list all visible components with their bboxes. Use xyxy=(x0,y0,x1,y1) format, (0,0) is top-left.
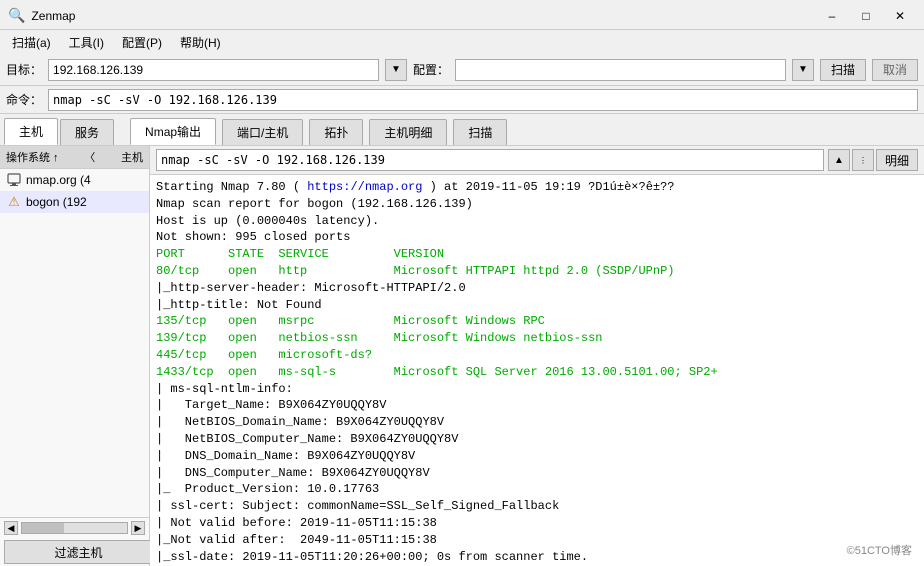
command-input[interactable] xyxy=(48,89,918,111)
output-line-5: 80/tcp open http Microsoft HTTPAPI httpd… xyxy=(156,263,918,280)
maximize-button[interactable]: □ xyxy=(850,6,882,26)
title-bar-controls: – □ ✕ xyxy=(816,6,916,26)
host-subheader-label: 主机 xyxy=(121,149,143,165)
nmap-output-command-input[interactable] xyxy=(156,149,824,171)
terminal-output[interactable]: Starting Nmap 7.80 ( https://nmap.org ) … xyxy=(150,175,924,566)
tab-service[interactable]: 服务 xyxy=(60,119,114,145)
filter-hosts-button[interactable]: 过滤主机 xyxy=(4,540,153,564)
output-line-3: Not shown: 995 closed ports xyxy=(156,229,918,246)
output-line-4: PORT STATE SERVICE VERSION xyxy=(156,246,918,263)
tab-topology[interactable]: 拓扑 xyxy=(309,119,363,145)
output-line-14: | NetBIOS_Domain_Name: B9X064ZY0UQQY8V xyxy=(156,414,918,431)
target-input[interactable] xyxy=(48,59,379,81)
right-panel: ▲ ⋮ 明细 Starting Nmap 7.80 ( https://nmap… xyxy=(150,146,924,566)
close-button[interactable]: ✕ xyxy=(884,6,916,26)
config-input[interactable] xyxy=(455,59,786,81)
scroll-right-btn[interactable]: ▶ xyxy=(131,521,145,535)
command-label: 命令： xyxy=(6,91,42,108)
app-icon: 🔍 xyxy=(8,7,25,24)
output-line-19: | ssl-cert: Subject: commonName=SSL_Self… xyxy=(156,498,918,515)
host-name-nmap: nmap.org (4 xyxy=(26,173,91,187)
config-label: 配置： xyxy=(413,61,449,78)
output-line-15: | NetBIOS_Computer_Name: B9X064ZY0UQQY8V xyxy=(156,431,918,448)
toolbar: 目标： ▼ 配置： ▼ 扫描 取消 xyxy=(0,54,924,86)
left-panel-scrollarea: ◀ ▶ xyxy=(0,517,149,538)
tab-host[interactable]: 主机 xyxy=(4,118,58,145)
menu-tools[interactable]: 工具(I) xyxy=(61,32,112,53)
os-label: 操作系统 ↑ xyxy=(6,149,59,165)
host-name-bogon: bogon (192 xyxy=(26,195,87,209)
target-label: 目标： xyxy=(6,61,42,78)
output-line-22: |_ssl-date: 2019-11-05T11:20:26+00:00; 0… xyxy=(156,549,918,566)
monitor-icon xyxy=(6,172,22,188)
tab-area: 主机 服务 Nmap输出 端口/主机 拓扑 主机明细 扫描 xyxy=(0,114,924,146)
output-line-10: 445/tcp open microsoft-ds? xyxy=(156,347,918,364)
warning-icon: ⚠ xyxy=(6,194,22,210)
output-line-1: Nmap scan report for bogon (192.168.126.… xyxy=(156,196,918,213)
output-line-9: 139/tcp open netbios-ssn Microsoft Windo… xyxy=(156,330,918,347)
output-line-20: | Not valid before: 2019-11-05T11:15:38 xyxy=(156,515,918,532)
config-dropdown[interactable]: ▼ xyxy=(792,59,814,81)
host-list: nmap.org (4 ⚠ bogon (192 xyxy=(0,169,149,517)
tab-nmap-output[interactable]: Nmap输出 xyxy=(130,118,216,145)
nmap-output-header: ▲ ⋮ 明细 xyxy=(150,146,924,175)
left-tabs: 主机 服务 xyxy=(4,114,114,145)
output-line-21: |_Not valid after: 2049-11-05T11:15:38 xyxy=(156,532,918,549)
target-dropdown[interactable]: ▼ xyxy=(385,59,407,81)
up-icon[interactable]: ▲ xyxy=(828,149,850,171)
menu-scan[interactable]: 扫描(a) xyxy=(4,32,59,53)
down-icon[interactable]: ⋮ xyxy=(852,149,874,171)
right-tabs: Nmap输出 端口/主机 拓扑 主机明细 扫描 xyxy=(114,114,924,145)
output-line-12: | ms-sql-ntlm-info: xyxy=(156,381,918,398)
host-item-nmap[interactable]: nmap.org (4 xyxy=(0,169,149,191)
scroll-left-btn[interactable]: ◀ xyxy=(4,521,18,535)
left-panel: 操作系统 ↑ 〈 主机 nmap.org (4 ⚠ bogon (192 xyxy=(0,146,150,566)
cancel-button[interactable]: 取消 xyxy=(872,59,918,81)
output-line-8: 135/tcp open msrpc Microsoft Windows RPC xyxy=(156,313,918,330)
menu-config[interactable]: 配置(P) xyxy=(114,32,170,53)
output-line-6: |_http-server-header: Microsoft-HTTPAPI/… xyxy=(156,280,918,297)
app-title: Zenmap xyxy=(31,9,75,23)
menu-bar: 扫描(a) 工具(I) 配置(P) 帮助(H) xyxy=(0,30,924,54)
main-content: 操作系统 ↑ 〈 主机 nmap.org (4 ⚠ bogon (192 xyxy=(0,146,924,566)
title-bar: 🔍 Zenmap – □ ✕ xyxy=(0,0,924,30)
tab-scan[interactable]: 扫描 xyxy=(453,119,507,145)
left-panel-subheader: 操作系统 ↑ 〈 主机 xyxy=(0,146,149,169)
scroll-thumb xyxy=(22,523,64,533)
output-line-17: | DNS_Computer_Name: B9X064ZY0UQQY8V xyxy=(156,465,918,482)
output-line-16: | DNS_Domain_Name: B9X064ZY0UQQY8V xyxy=(156,448,918,465)
menu-help[interactable]: 帮助(H) xyxy=(172,32,229,53)
tab-host-detail[interactable]: 主机明细 xyxy=(369,119,447,145)
command-toolbar: 命令： xyxy=(0,86,924,114)
output-buttons: ▲ ⋮ 明细 xyxy=(828,149,918,171)
divider: 〈 xyxy=(84,149,95,165)
host-item-bogon[interactable]: ⚠ bogon (192 xyxy=(0,191,149,213)
output-line-7: |_http-title: Not Found xyxy=(156,297,918,314)
output-line-13: | Target_Name: B9X064ZY0UQQY8V xyxy=(156,397,918,414)
output-line-11: 1433/tcp open ms-sql-s Microsoft SQL Ser… xyxy=(156,364,918,381)
scan-button[interactable]: 扫描 xyxy=(820,59,866,81)
scroll-track[interactable] xyxy=(21,522,128,534)
output-line-2: Host is up (0.000040s latency). xyxy=(156,213,918,230)
title-bar-left: 🔍 Zenmap xyxy=(8,7,75,24)
watermark: ©51CTO博客 xyxy=(847,542,912,558)
detail-button[interactable]: 明细 xyxy=(876,149,918,171)
tab-port-host[interactable]: 端口/主机 xyxy=(222,119,303,145)
minimize-button[interactable]: – xyxy=(816,6,848,26)
output-line-0: Starting Nmap 7.80 ( https://nmap.org ) … xyxy=(156,179,918,196)
output-line-18: |_ Product_Version: 10.0.17763 xyxy=(156,481,918,498)
